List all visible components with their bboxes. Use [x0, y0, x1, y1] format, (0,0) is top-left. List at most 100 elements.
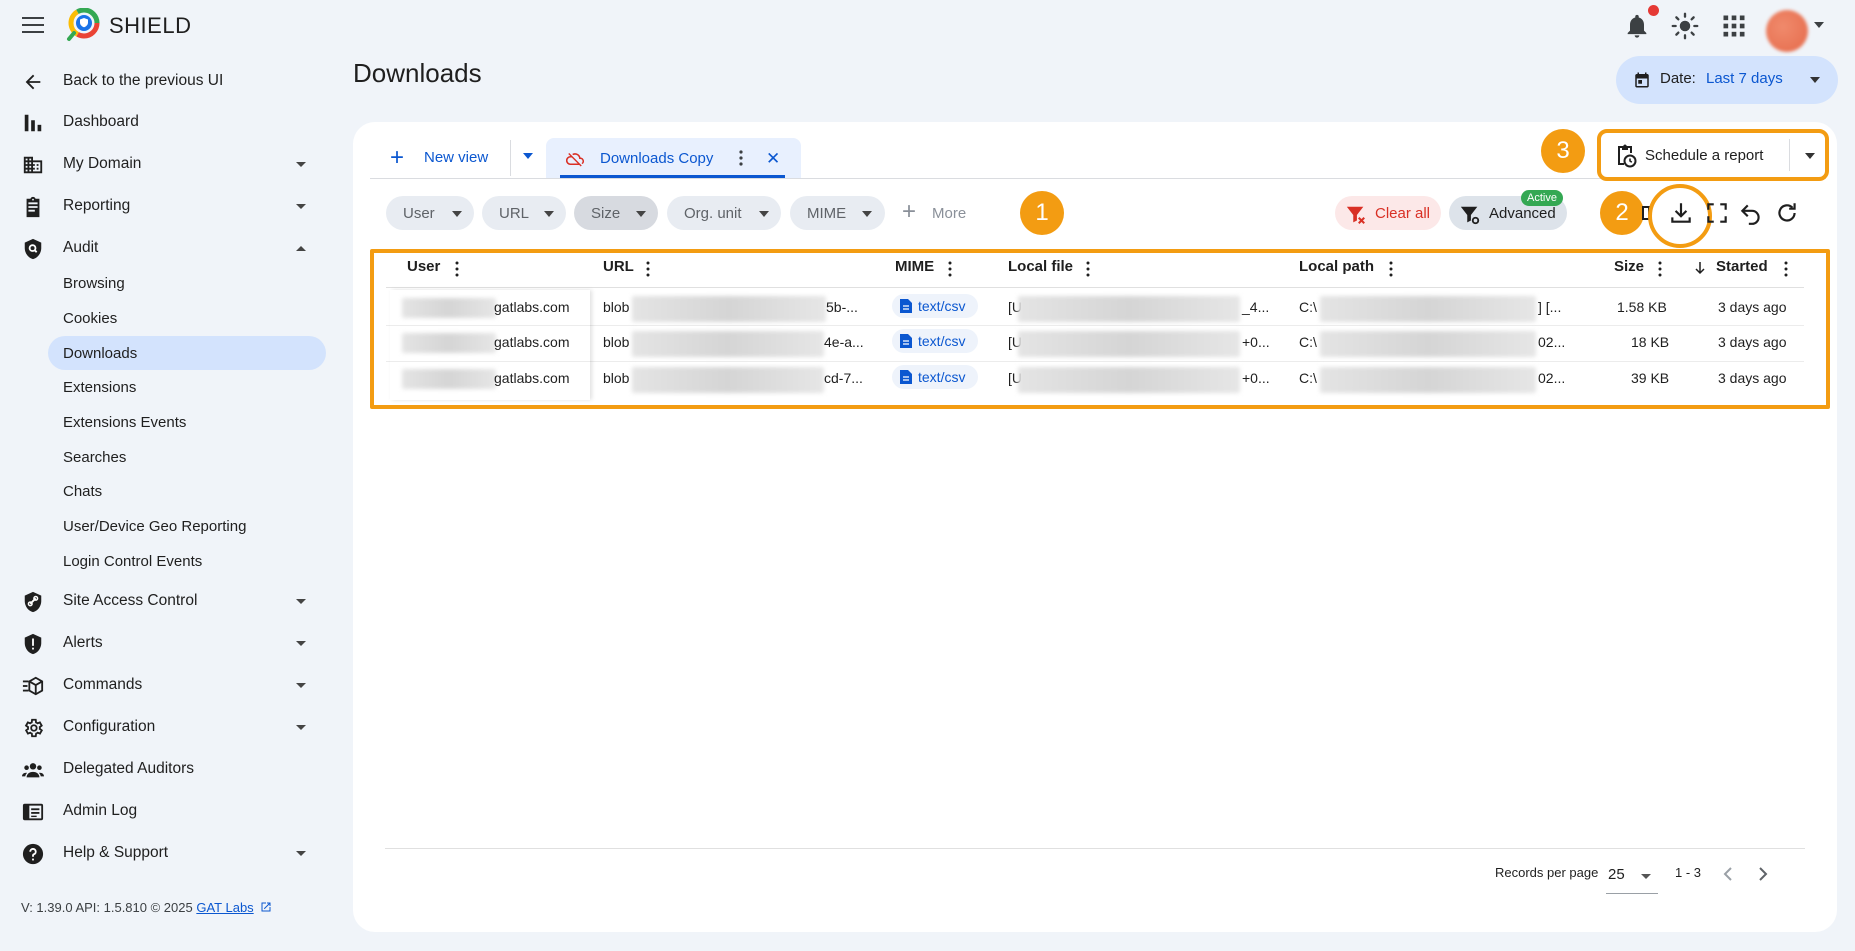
- sidebar-item-label: Alerts: [63, 634, 103, 651]
- more-label: More: [932, 205, 967, 222]
- redacted-file: [1018, 296, 1240, 322]
- column-menu-icon[interactable]: [1782, 260, 1790, 278]
- column-header-size[interactable]: Size: [1614, 258, 1644, 275]
- column-header-started[interactable]: Started: [1716, 258, 1768, 275]
- column-header-local-path[interactable]: Local path: [1299, 258, 1374, 275]
- sidebar-item-dashboard[interactable]: Dashboard: [0, 103, 330, 141]
- clear-all-filters-button[interactable]: Clear all: [1335, 196, 1441, 230]
- redacted-url: [632, 331, 824, 357]
- column-header-mime[interactable]: MIME: [895, 258, 934, 275]
- theme-toggle-icon[interactable]: [1671, 12, 1699, 40]
- cell-size: 1.58 KB: [1617, 299, 1667, 315]
- chevron-down-icon[interactable]: [1805, 153, 1815, 159]
- sidebar-item-help-support[interactable]: Help & Support: [0, 834, 330, 872]
- filter-chip-url[interactable]: URL: [482, 196, 566, 230]
- sidebar-item-configuration[interactable]: Configuration: [0, 708, 330, 746]
- user-avatar[interactable]: [1766, 10, 1808, 52]
- audit-sub-login-control-events[interactable]: Login Control Events: [48, 544, 326, 578]
- column-menu-icon[interactable]: [1084, 260, 1092, 278]
- audit-sub-cookies[interactable]: Cookies: [48, 301, 326, 335]
- filter-chip-org-unit[interactable]: Org. unit: [667, 196, 781, 230]
- notifications-bell-icon[interactable]: [1623, 12, 1651, 40]
- close-tab-icon[interactable]: ✕: [766, 150, 780, 167]
- views-dropdown-icon[interactable]: [521, 148, 535, 162]
- mime-chip[interactable]: text/csv: [892, 365, 978, 389]
- download-highlight-ring: [1648, 184, 1712, 248]
- sidebar-item-commands[interactable]: Commands: [0, 666, 330, 704]
- chevron-down-icon: [862, 211, 872, 217]
- apps-grid-icon[interactable]: [1720, 12, 1748, 40]
- audit-sub-searches[interactable]: Searches: [48, 440, 326, 474]
- alert-shield-icon: [24, 633, 42, 655]
- column-menu-icon[interactable]: [1387, 260, 1395, 278]
- arrow-left-icon: [25, 74, 41, 90]
- audit-sub-geo-reporting[interactable]: User/Device Geo Reporting: [48, 509, 326, 543]
- sub-item-label: Downloads: [63, 345, 138, 362]
- sidebar-item-site-access-control[interactable]: Site Access Control: [0, 582, 330, 620]
- sidebar-item-alerts[interactable]: Alerts: [0, 624, 330, 662]
- cell-started: 3 days ago: [1718, 370, 1787, 386]
- mime-chip[interactable]: text/csv: [892, 294, 978, 318]
- date-range-selector[interactable]: Date: Last 7 days: [1616, 56, 1838, 104]
- page-range: 1 - 3: [1675, 865, 1702, 880]
- sidebar-item-label: Dashboard: [63, 113, 139, 130]
- cell-url-start: blob: [603, 370, 630, 386]
- chip-label: URL: [499, 205, 530, 222]
- redacted-path: [1320, 331, 1536, 357]
- filter-chip-size[interactable]: Size: [574, 196, 658, 230]
- date-value: Last 7 days: [1706, 70, 1783, 87]
- audit-sub-extensions[interactable]: Extensions: [48, 370, 326, 404]
- column-header-url[interactable]: URL: [603, 258, 634, 275]
- cloud-off-icon: [566, 153, 584, 167]
- sidebar-item-reporting[interactable]: Reporting: [0, 187, 330, 225]
- version-text: V: 1.39.0 API: 1.5.810 © 2025: [21, 900, 197, 915]
- avatar-menu-caret-icon[interactable]: [1814, 22, 1824, 28]
- cell-path-end: ] [...: [1538, 299, 1562, 315]
- mime-chip[interactable]: text/csv: [892, 329, 978, 353]
- main-card: [353, 122, 1837, 932]
- chevron-down-icon: [759, 211, 769, 217]
- chevron-right-icon[interactable]: [1751, 862, 1775, 886]
- sidebar-item-label: Admin Log: [63, 802, 138, 819]
- sidebar-item-my-domain[interactable]: My Domain: [0, 145, 330, 183]
- column-menu-icon[interactable]: [453, 260, 461, 278]
- column-menu-icon[interactable]: [1656, 260, 1664, 278]
- audit-sub-downloads[interactable]: Downloads: [48, 336, 326, 370]
- sidebar-item-delegated-auditors[interactable]: Delegated Auditors: [0, 750, 330, 788]
- records-per-page-select[interactable]: 25: [1606, 862, 1658, 894]
- cell-url-end: cd-7...: [824, 370, 863, 386]
- domain-icon: [23, 156, 43, 174]
- column-header-local-file[interactable]: Local file: [1008, 258, 1073, 275]
- schedule-report-button[interactable]: Schedule a report: [1597, 129, 1829, 181]
- fullscreen-icon[interactable]: [1704, 200, 1730, 226]
- redacted-user: [402, 369, 496, 389]
- cell-user: gatlabs.com: [494, 334, 570, 350]
- sub-item-label: Cookies: [63, 310, 118, 327]
- cell-path-start: C:\: [1299, 370, 1317, 386]
- gat-labs-link[interactable]: GAT Labs: [196, 900, 253, 915]
- sort-descending-icon[interactable]: [1694, 261, 1706, 275]
- menu-icon[interactable]: [22, 17, 44, 33]
- audit-sub-chats[interactable]: Chats: [48, 474, 326, 508]
- column-menu-icon[interactable]: [946, 260, 954, 278]
- filter-chip-user[interactable]: User: [386, 196, 474, 230]
- refresh-icon[interactable]: [1774, 200, 1800, 226]
- audit-sub-browsing[interactable]: Browsing: [48, 266, 326, 300]
- cell-file-end: +0...: [1242, 334, 1270, 350]
- cell-started: 3 days ago: [1718, 334, 1787, 350]
- cell-file-end: +0...: [1242, 370, 1270, 386]
- column-menu-icon[interactable]: [644, 260, 652, 278]
- sidebar-item-label: Reporting: [63, 197, 131, 214]
- filter-chip-mime[interactable]: MIME: [790, 196, 885, 230]
- undo-icon[interactable]: [1738, 200, 1764, 226]
- tab-downloads-copy[interactable]: Downloads Copy ✕: [546, 138, 801, 178]
- chevron-down-icon: [296, 725, 306, 730]
- kebab-menu-icon[interactable]: [736, 149, 746, 167]
- chevron-left-icon[interactable]: [1716, 862, 1740, 886]
- column-header-user[interactable]: User: [407, 258, 440, 275]
- audit-sub-extensions-events[interactable]: Extensions Events: [48, 405, 326, 439]
- sidebar-item-audit[interactable]: Audit: [0, 229, 330, 267]
- back-to-previous-ui[interactable]: Back to the previous UI: [0, 62, 330, 100]
- sidebar-item-admin-log[interactable]: Admin Log: [0, 792, 330, 830]
- chevron-down-icon: [636, 211, 646, 217]
